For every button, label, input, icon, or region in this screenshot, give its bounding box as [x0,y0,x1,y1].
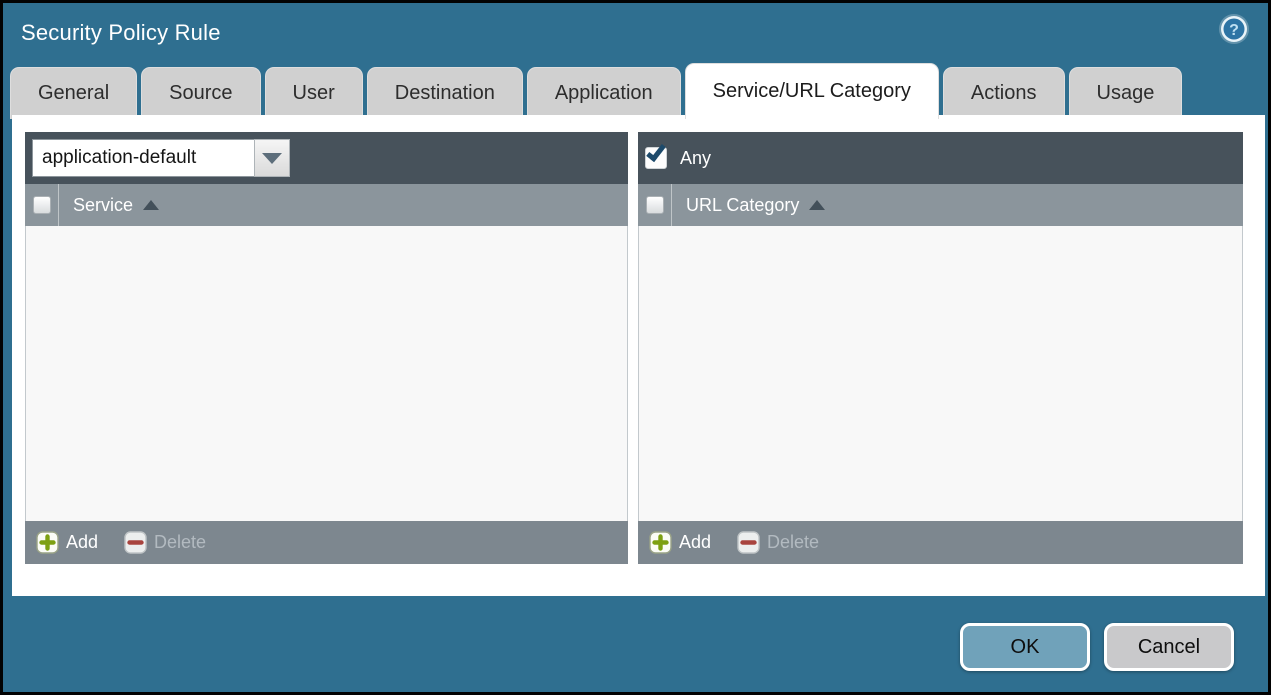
service-type-dropdown[interactable]: application-default [32,139,290,177]
plus-icon [649,531,672,554]
plus-icon [36,531,59,554]
sort-ascending-icon [143,200,160,210]
service-list [25,226,628,521]
url-category-list [638,226,1243,521]
dialog-background: Security Policy Rule ? General Source Us… [3,3,1268,692]
tab-bar: General Source User Destination Applicat… [10,63,1183,119]
svg-text:?: ? [1229,22,1239,39]
service-footer: Add Delete [25,521,628,564]
service-type-dropdown-button[interactable] [254,139,290,177]
tab-application[interactable]: Application [526,67,681,119]
url-category-column-label: URL Category [686,194,800,215]
any-checkbox[interactable] [645,140,667,169]
service-type-value[interactable]: application-default [32,139,254,177]
url-category-select-all-cell [638,184,672,226]
service-add-button[interactable]: Add [36,531,98,554]
security-policy-rule-dialog: Security Policy Rule ? General Source Us… [0,0,1271,695]
url-category-delete-button[interactable]: Delete [737,531,819,554]
tab-destination[interactable]: Destination [366,67,523,119]
url-category-table-header: URL Category [638,184,1243,226]
service-table-header: Service [25,184,628,226]
url-category-select-all-checkbox[interactable] [645,196,664,214]
service-toolbar: application-default [25,132,628,184]
tab-actions[interactable]: Actions [942,67,1065,119]
help-button[interactable]: ? [1216,11,1252,47]
minus-icon [737,531,760,554]
service-add-label: Add [66,532,99,552]
tab-source[interactable]: Source [141,67,261,119]
any-label: Any [680,147,712,168]
dialog-title: Security Policy Rule [21,20,221,45]
tab-usage[interactable]: Usage [1068,67,1183,119]
dialog-titlebar: Security Policy Rule [3,3,1268,63]
url-category-footer: Add Delete [638,521,1243,564]
checkmark-icon [646,140,666,163]
service-select-all-checkbox[interactable] [32,196,51,214]
chevron-down-icon [262,152,282,164]
tab-general[interactable]: General [10,67,138,119]
sort-ascending-icon [809,200,826,210]
url-category-toolbar: Any [638,132,1243,184]
service-delete-label: Delete [154,532,207,552]
url-category-add-label: Add [679,532,712,552]
url-category-add-button[interactable]: Add [649,531,711,554]
service-column-header[interactable]: Service [73,194,160,216]
help-icon: ? [1219,14,1249,44]
service-select-all-cell [25,184,59,226]
url-category-column-header[interactable]: URL Category [686,194,826,216]
service-delete-button[interactable]: Delete [124,531,206,554]
url-category-delete-label: Delete [767,532,820,552]
service-column-label: Service [73,194,134,215]
tab-service-url-category[interactable]: Service/URL Category [684,63,939,119]
tab-content: application-default Service Add Delete A… [12,115,1265,596]
cancel-button[interactable]: Cancel [1104,623,1234,671]
minus-icon [124,531,147,554]
url-category-panel: Any URL Category Add Delete [638,132,1243,564]
ok-button[interactable]: OK [960,623,1090,671]
service-panel: application-default Service Add Delete [25,132,628,564]
tab-user[interactable]: User [264,67,363,119]
